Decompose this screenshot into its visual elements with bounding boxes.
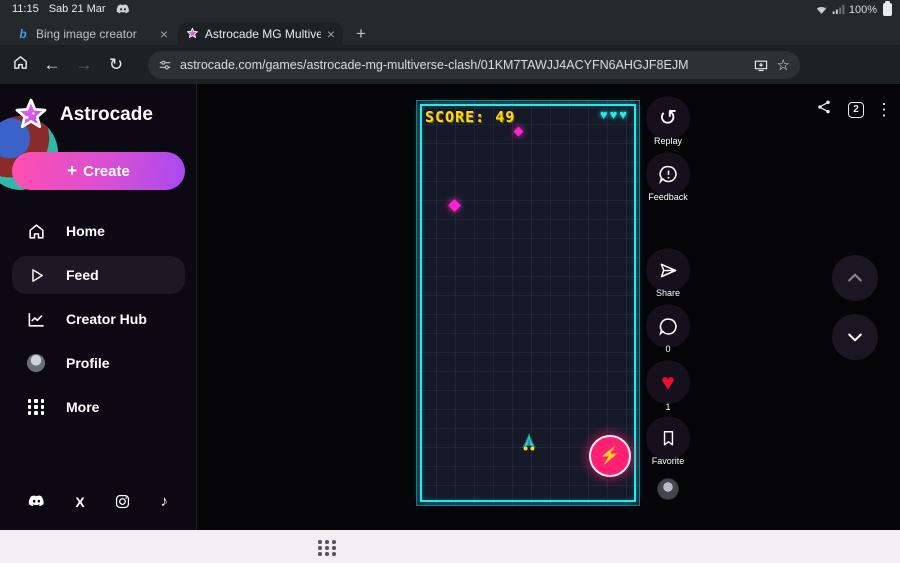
status-bar: 11:15 Sab 21 Mar 100% [0,0,900,20]
tab-astrocade-active[interactable]: Astrocade MG Multiverse × [178,22,343,45]
profile-avatar-icon [26,354,46,372]
lives-hearts: ♥♥♥ [599,107,629,122]
back-icon[interactable]: ← [36,55,68,75]
grid-dots-icon [26,399,46,415]
sidebar-nav: Home Feed Creator Hub Profile More [12,212,185,432]
url-text: astrocade.com/games/astrocade-mg-multive… [180,58,689,72]
browser-chrome-top: 11:15 Sab 21 Mar 100% b Bing image creat… [0,0,900,45]
tab-strip: b Bing image creator × Astrocade MG Mult… [0,20,900,45]
tab-title: Astrocade MG Multiverse [204,26,321,41]
share-label: Share [655,288,681,298]
instagram-icon[interactable] [115,494,130,509]
sidebar-item-label: More [66,399,100,415]
share-icon[interactable] [808,99,840,120]
plus-icon: + [67,161,78,180]
play-icon [26,267,46,284]
battery-percent: 100% [848,3,877,16]
home-icon [26,222,46,241]
discord-notification-icon [116,3,129,13]
tab-title: Bing image creator [36,26,137,41]
sidebar-item-profile[interactable]: Profile [12,344,185,382]
sidebar: Astrocade + Create Home Feed Creator Hub… [0,84,197,530]
paper-plane-icon [660,263,676,277]
wifi-icon [816,6,827,14]
brand-name[interactable]: Astrocade [60,104,153,126]
replay-button[interactable]: ↺ [646,96,690,140]
feedback-button[interactable] [646,152,690,196]
social-links: X ♪ [28,493,168,510]
clock: 11:15 [12,3,39,15]
discord-icon[interactable] [28,495,45,508]
sidebar-item-home[interactable]: Home [12,212,185,250]
screen: 11:15 Sab 21 Mar 100% b Bing image creat… [0,0,900,563]
chevron-up-icon [848,273,862,282]
favorite-button[interactable] [646,416,690,460]
astrocade-logo-icon[interactable] [12,96,50,134]
previous-game-button[interactable] [832,255,878,301]
sidebar-item-creator-hub[interactable]: Creator Hub [12,300,185,338]
action-rail: ↺ Replay Feedback Share 0 ♥ 1 Favorite [646,84,690,530]
player-ship [521,433,537,451]
feedback-label: Feedback [648,192,688,202]
favorite-label: Favorite [651,456,685,466]
home-icon[interactable] [4,54,36,76]
battery-icon [883,1,892,16]
score-display: SCORE: 49 [425,108,515,126]
date: Sab 21 Mar [48,3,106,15]
x-twitter-icon[interactable]: X [75,494,84,510]
address-bar[interactable]: astrocade.com/games/astrocade-mg-multive… [148,51,800,79]
sidebar-item-label: Feed [66,267,99,283]
score-label: SCORE: [425,108,486,126]
android-taskbar: ‹ [0,530,900,563]
boost-button[interactable]: ⚡ [589,435,631,477]
new-tab-button[interactable]: + [350,24,372,46]
feedback-bubble-icon [658,165,677,184]
bookmark-icon [663,430,673,446]
create-button[interactable]: + Create [12,152,185,190]
tab-bing-image-creator[interactable]: b Bing image creator × [8,22,176,45]
heart-icon: ♥ [661,368,675,395]
game-canvas[interactable]: SCORE: 49 ♥♥♥ ⚡ [416,100,640,506]
enemy-diamond [448,199,461,212]
sidebar-item-feed[interactable]: Feed [12,256,185,294]
browser-toolbar: ← → ↻ astrocade.com/games/astrocade-mg-m… [0,45,900,119]
site-settings-icon[interactable] [158,58,172,72]
chart-icon [26,310,46,329]
comments-count: 0 [665,344,671,354]
astrocade-star-favicon [187,27,198,39]
close-tab-icon[interactable]: × [160,26,168,42]
signal-icon [832,4,845,15]
likes-count: 1 [665,402,671,412]
comment-bubble-icon [658,317,677,336]
share-game-button[interactable] [646,248,690,292]
bing-favicon: b [19,26,27,41]
sidebar-item-label: Home [66,223,105,239]
all-apps-icon[interactable] [318,540,337,556]
sidebar-item-label: Creator Hub [66,311,147,327]
create-button-label: Create [83,162,130,180]
chevron-down-icon [848,333,862,342]
menu-icon[interactable]: ⋮ [872,100,896,120]
creator-avatar[interactable] [657,478,679,500]
forward-icon: → [75,54,93,74]
tiktok-icon[interactable]: ♪ [160,493,168,510]
bookmark-icon[interactable]: ☆ [777,56,790,74]
replay-icon: ↺ [658,105,678,130]
sidebar-item-label: Profile [66,355,110,371]
enemy-diamond [513,126,524,137]
tab-switcher-button[interactable]: 2 [848,101,864,118]
install-app-icon[interactable] [753,58,769,73]
lightning-icon: ⚡ [599,446,621,465]
next-game-button[interactable] [832,314,878,360]
sidebar-item-more[interactable]: More [12,388,185,426]
comments-button[interactable] [646,304,690,348]
like-button[interactable]: ♥ [646,360,690,404]
score-value: 49 [495,108,516,126]
replay-label: Replay [653,136,682,146]
reload-icon[interactable]: ↻ [100,55,132,75]
close-tab-icon[interactable]: × [327,26,335,42]
